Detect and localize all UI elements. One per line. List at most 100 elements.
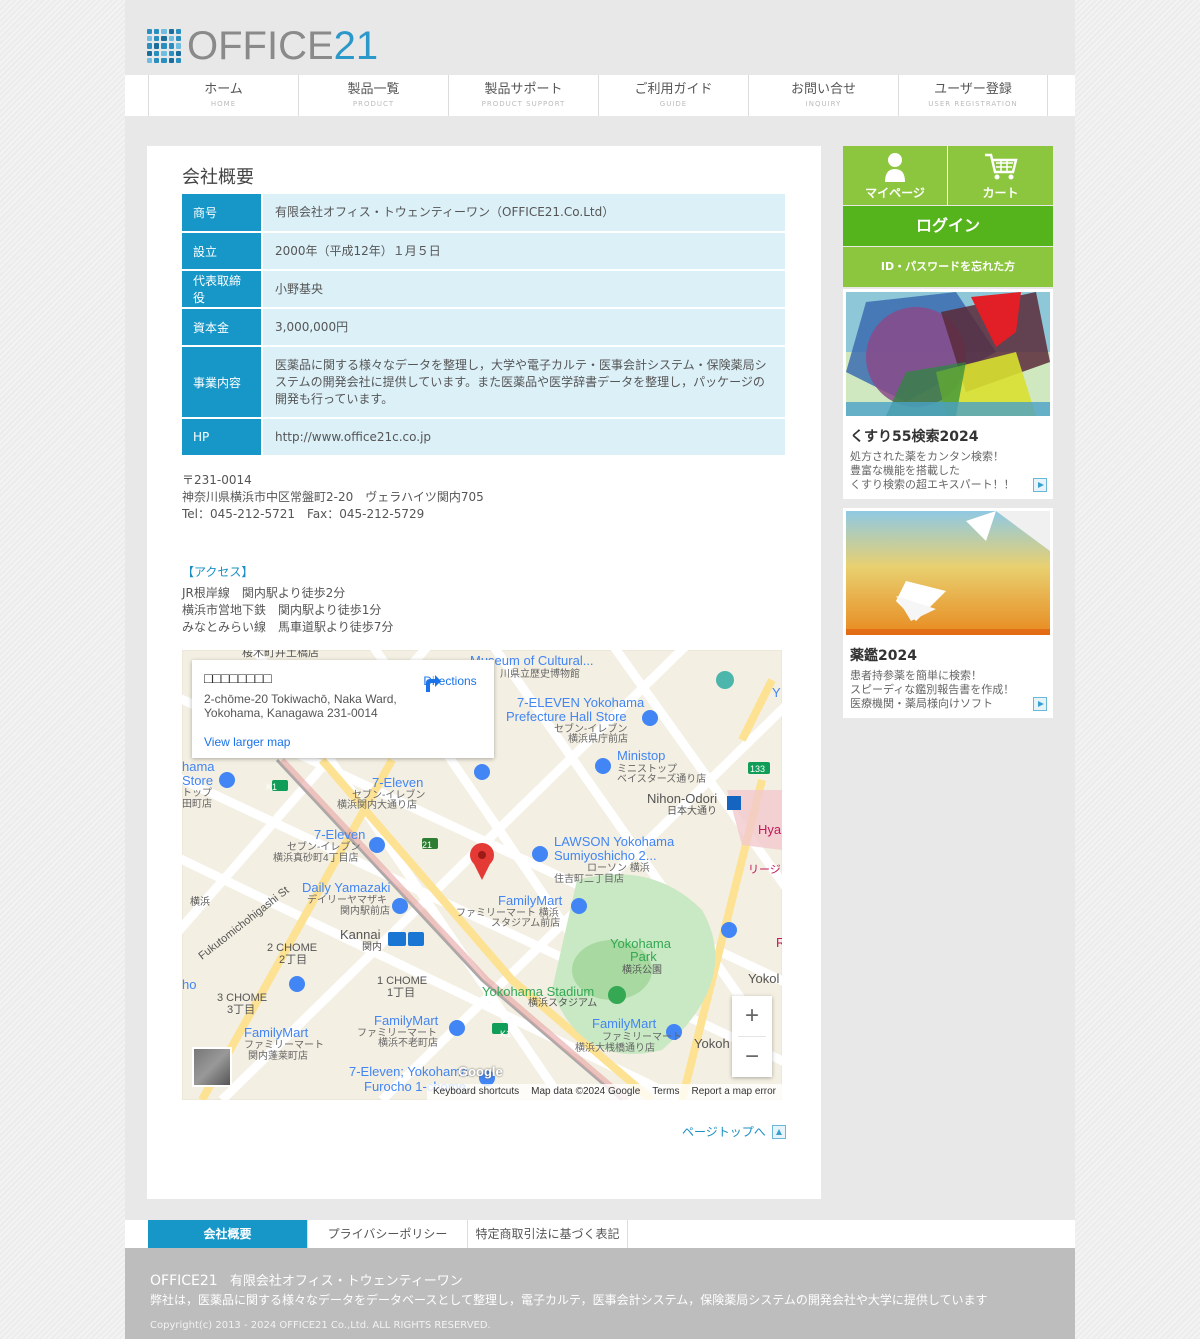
row-label: 資本金 xyxy=(182,308,263,347)
map-label: Hya xyxy=(758,822,782,837)
site-logo[interactable]: OFFICE21 xyxy=(147,26,378,66)
map-info-card: □□□□□□□□ 2-chōme-20 Tokiwachō, Naka Ward… xyxy=(192,660,494,758)
map-label: 関内蓬莱町店 xyxy=(248,1049,308,1062)
map-label: K1 xyxy=(500,1029,511,1039)
footer-description: 弊社は，医薬品に関する様々なデータをデータベースとして整理し，電子カルテ，医事会… xyxy=(150,1293,988,1307)
map-label: 横浜不老町店 xyxy=(378,1036,438,1049)
map-label: Ministop xyxy=(617,748,665,763)
nav-sublabel: GUIDE xyxy=(659,100,688,108)
product-description: 処方された薬をカンタン検索！ 豊富な機能を搭載した くすり検索の超エキスパート！… xyxy=(850,450,1015,491)
map-label: 横浜大桟橋通り店 xyxy=(575,1041,655,1054)
map-label: 横浜 xyxy=(190,895,210,908)
product-image xyxy=(846,511,1050,635)
map-label: R xyxy=(776,935,782,950)
cart-button[interactable]: カート xyxy=(948,146,1053,205)
cart-label: カート xyxy=(982,186,1019,200)
map-label: Park xyxy=(630,949,657,964)
nav-label: 製品一覧 xyxy=(347,82,400,97)
map-label: ファミリーマート xyxy=(244,1040,324,1051)
map-label: 川県立歴史博物館 xyxy=(500,667,580,680)
map-label: 2丁目 xyxy=(279,954,307,966)
nav-products[interactable]: 製品一覧 PRODUCT xyxy=(298,75,448,116)
logo-grid-icon xyxy=(147,29,181,63)
product-description: 患者持参薬を簡単に検索！ スピーディな鑑別報告書を作成！ 医療機関・薬局様向けソ… xyxy=(850,669,1015,710)
footer-tab-company[interactable]: 会社概要 xyxy=(148,1220,308,1248)
map-label: 7-ELEVEN Yokohama xyxy=(517,695,645,710)
map-label: Daily Yamazaki xyxy=(302,880,390,895)
report-error-link[interactable]: Report a map error xyxy=(692,1086,776,1098)
map-label: 横浜県庁前店 xyxy=(568,732,628,745)
sidebar: マイページ カート ログイン ID・パスワードを忘れた方 くすり55検索2024… xyxy=(843,146,1053,718)
nav-registration[interactable]: ユーザー登録 USER REGISTRATION xyxy=(898,75,1048,116)
homepage-link[interactable]: http://www.office21c.co.jp xyxy=(262,418,785,457)
footer-company-name: 有限会社オフィス・トウェンティーワン xyxy=(229,1274,463,1289)
map-label: FamilyMart xyxy=(374,1013,439,1028)
nav-inquiry[interactable]: お問い合せ INQUIRY xyxy=(748,75,898,116)
map-label: 7-Eleven xyxy=(314,827,365,842)
login-button[interactable]: ログイン xyxy=(843,206,1053,246)
company-info-table: 商号 有限会社オフィス・トウェンティーワン（OFFICE21.Co.Ltd） 設立… xyxy=(182,194,785,457)
forgot-password-button[interactable]: ID・パスワードを忘れた方 xyxy=(843,247,1053,287)
google-map[interactable]: 桜木町井土橋店 Museum of Cultural... 川県立歴史博物館 7… xyxy=(182,650,782,1100)
footer-tab-privacy[interactable]: プライバシーポリシー xyxy=(308,1220,468,1248)
global-nav: ホーム HOME 製品一覧 PRODUCT 製品サポート PRODUCT SUPPOR… xyxy=(125,75,1075,116)
zoom-controls: + − xyxy=(732,996,772,1077)
table-row: 商号 有限会社オフィス・トウェンティーワン（OFFICE21.Co.Ltd） xyxy=(182,194,785,233)
terms-link[interactable]: Terms xyxy=(652,1086,679,1098)
access-item: JR根岸線 関内駅より徒歩2分 xyxy=(182,586,346,600)
map-label: 横浜真砂町4丁目店 xyxy=(273,851,359,864)
nav-guide[interactable]: ご利用ガイド GUIDE xyxy=(598,75,748,116)
row-label: 代表取締役 xyxy=(182,270,263,309)
directions-button[interactable]: Directions xyxy=(420,672,480,692)
nav-label: ユーザー登録 xyxy=(934,82,1012,97)
mypage-button[interactable]: マイページ xyxy=(843,146,948,205)
map-label: 3 CHOME xyxy=(217,992,267,1004)
product-image xyxy=(846,292,1050,416)
footer-company: OFFICE21 有限会社オフィス・トウェンティーワン xyxy=(150,1270,463,1289)
map-label: 住吉町二丁目店 xyxy=(554,872,624,885)
map-label: ho xyxy=(182,977,196,992)
nav-home[interactable]: ホーム HOME xyxy=(148,75,298,116)
page-top-link[interactable]: ページトップへ xyxy=(682,1123,786,1140)
arrow-up-icon xyxy=(771,1124,786,1139)
arrow-right-icon xyxy=(1033,697,1047,711)
nav-support[interactable]: 製品サポート PRODUCT SUPPORT xyxy=(448,75,598,116)
page-wrapper: OFFICE21 ホーム HOME 製品一覧 PRODUCT 製品サポート PRODU… xyxy=(125,0,1075,1339)
map-label: 田町店 xyxy=(182,797,212,810)
keyboard-shortcuts-link[interactable]: Keyboard shortcuts xyxy=(433,1086,519,1098)
row-label: 設立 xyxy=(182,232,263,271)
map-label: Store xyxy=(182,773,213,788)
map-label: Sumiyoshicho 2... xyxy=(554,848,657,863)
postal-code: 〒231-0014 xyxy=(182,473,252,487)
map-label: ベイスターズ通り店 xyxy=(617,772,706,785)
table-row: HP http://www.office21c.co.jp xyxy=(182,418,785,457)
table-row: 設立 2000年（平成12年）１月５日 xyxy=(182,232,785,271)
row-label: 商号 xyxy=(182,194,263,233)
nav-sublabel: INQUIRY xyxy=(805,100,842,108)
logo-text: OFFICE21 xyxy=(187,24,379,68)
page-top-label: ページトップへ xyxy=(682,1125,766,1139)
map-label: Yokoh xyxy=(694,1036,730,1051)
address-line: 神奈川県横浜市中区常盤町2-20 ヴェラハイツ関内705 xyxy=(182,490,484,504)
map-label: Kannai xyxy=(340,927,381,942)
map-label: 関内駅前店 xyxy=(340,904,390,917)
nav-label: お問い合せ xyxy=(790,82,856,97)
product-banner-yakkan[interactable]: 薬鑑2024 患者持参薬を簡単に検索！ スピーディな鑑別報告書を作成！ 医療機関… xyxy=(843,508,1053,718)
zoom-out-button[interactable]: − xyxy=(732,1037,772,1077)
map-label: FamilyMart xyxy=(592,1016,657,1031)
view-larger-map-link[interactable]: View larger map xyxy=(204,735,290,749)
zoom-in-button[interactable]: + xyxy=(732,996,772,1036)
map-label: Yokol xyxy=(748,971,779,986)
map-label: K1 xyxy=(266,782,277,792)
map-label: 133 xyxy=(750,764,765,774)
background-left xyxy=(0,0,125,1339)
map-footer: Keyboard shortcuts Map data ©2024 Google… xyxy=(426,1084,782,1100)
row-value: 小野基央 xyxy=(262,270,785,309)
row-value: 医薬品に関する様々なデータを整理し，大学や電子カルテ・医事会計システム・保険薬局… xyxy=(262,346,785,419)
footer-tab-legal[interactable]: 特定商取引法に基づく表記 xyxy=(468,1220,628,1248)
map-data-credit: Map data ©2024 Google xyxy=(531,1086,641,1097)
map-label: 関内 xyxy=(362,940,382,953)
product-banner-kusuri55[interactable]: くすり55検索2024 処方された薬をカンタン検索！ 豊富な機能を搭載した くす… xyxy=(843,289,1053,499)
footer-brand: OFFICE21 xyxy=(150,1273,218,1289)
street-view-thumbnail[interactable] xyxy=(192,1047,232,1087)
